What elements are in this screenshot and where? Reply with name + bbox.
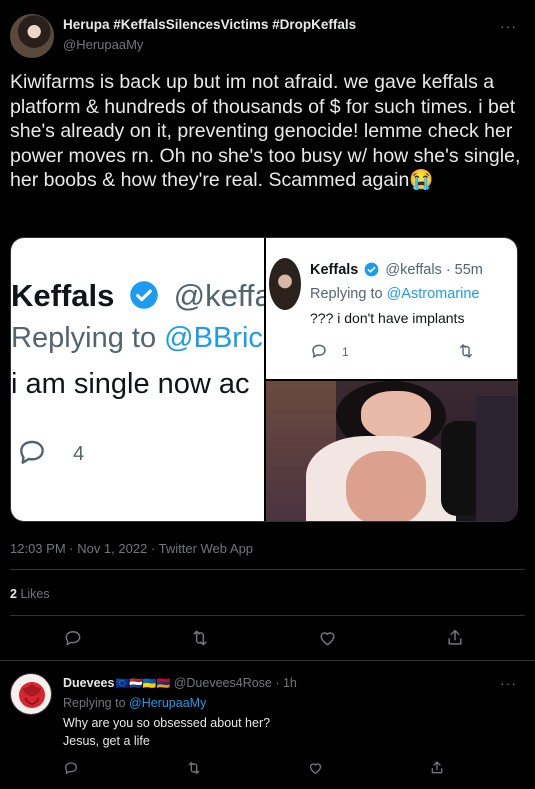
likes-label: Likes [20, 587, 50, 601]
right-retweet-icon [456, 342, 476, 365]
right-replying-handle: @Astromarine [386, 286, 480, 302]
likes-stat[interactable]: 2 Likes [10, 587, 50, 601]
right-tweet-text: ??? i don't have implants [310, 310, 465, 326]
likes-count: 2 [10, 587, 17, 601]
verified-icon [129, 280, 159, 318]
retweet-icon[interactable] [189, 628, 211, 648]
reply-share-icon[interactable] [429, 760, 445, 776]
right-keffals-avatar [269, 258, 301, 310]
more-icon[interactable]: ··· [500, 18, 517, 34]
divider [0, 660, 535, 661]
reply-text-line2: Jesus, get a life [63, 734, 150, 748]
divider [10, 615, 525, 616]
like-icon[interactable] [317, 628, 338, 648]
reply-retweet-icon[interactable] [185, 760, 203, 776]
media-left-screenshot[interactable]: Keffals @keffa Replying to @BBric i am s… [11, 238, 264, 521]
reply-replying-prefix: Replying to [63, 696, 130, 710]
left-replying-prefix: Replying to [11, 322, 165, 354]
reply-author-avatar[interactable] [10, 673, 52, 715]
right-reply-icon [310, 342, 328, 365]
reply-icon[interactable] [63, 628, 83, 648]
left-replying-handle: @BBric [164, 322, 263, 354]
tweet-timestamp[interactable]: 12:03 PM · Nov 1, 2022 · Twitter Web App [10, 541, 253, 556]
right-keffals-name: Keffals [310, 262, 359, 278]
reply-author-name[interactable]: Duevees [63, 676, 114, 690]
right-keffals-handle: @keffals · 55m [385, 262, 483, 278]
verified-icon [364, 262, 379, 281]
reply-more-icon[interactable]: ··· [500, 675, 517, 691]
tweet-text: Kiwifarms is back up but im not afraid. … [10, 71, 521, 191]
media-grid[interactable]: Keffals @keffa Replying to @BBric i am s… [10, 237, 518, 522]
reply-like-icon[interactable] [307, 760, 324, 776]
left-tweet-text: i am single now ac [11, 368, 250, 400]
left-reply-count: 4 [73, 443, 85, 465]
divider [10, 569, 525, 570]
right-replying-prefix: Replying to [310, 286, 387, 302]
author-handle[interactable]: @HerupaaMy [63, 37, 143, 52]
reply-text-line1: Why are you so obsessed about her? [63, 716, 271, 730]
reply-reply-icon[interactable] [63, 760, 79, 776]
author-avatar[interactable] [10, 14, 54, 58]
author-name[interactable]: Herupa #KeffalsSilencesVictims #DropKeff… [63, 17, 356, 32]
reply-replying-handle[interactable]: @HerupaaMy [129, 696, 206, 710]
left-reply-icon [15, 436, 49, 473]
media-photo[interactable] [266, 381, 517, 521]
reply-author-handle[interactable]: @Duevees4Rose · 1h [174, 676, 297, 690]
rose-icon [19, 682, 45, 708]
left-keffals-handle: @keffa [173, 278, 264, 313]
share-icon[interactable] [445, 628, 465, 648]
right-reply-count: 1 [342, 345, 349, 359]
left-keffals-name: Keffals [11, 278, 115, 313]
media-right-screenshot[interactable]: Keffals @keffals · 55m Replying to @Astr… [266, 238, 517, 379]
reply-author-flags: 🇪🇺🇳🇱🇺🇦🇦🇲 [115, 678, 171, 690]
